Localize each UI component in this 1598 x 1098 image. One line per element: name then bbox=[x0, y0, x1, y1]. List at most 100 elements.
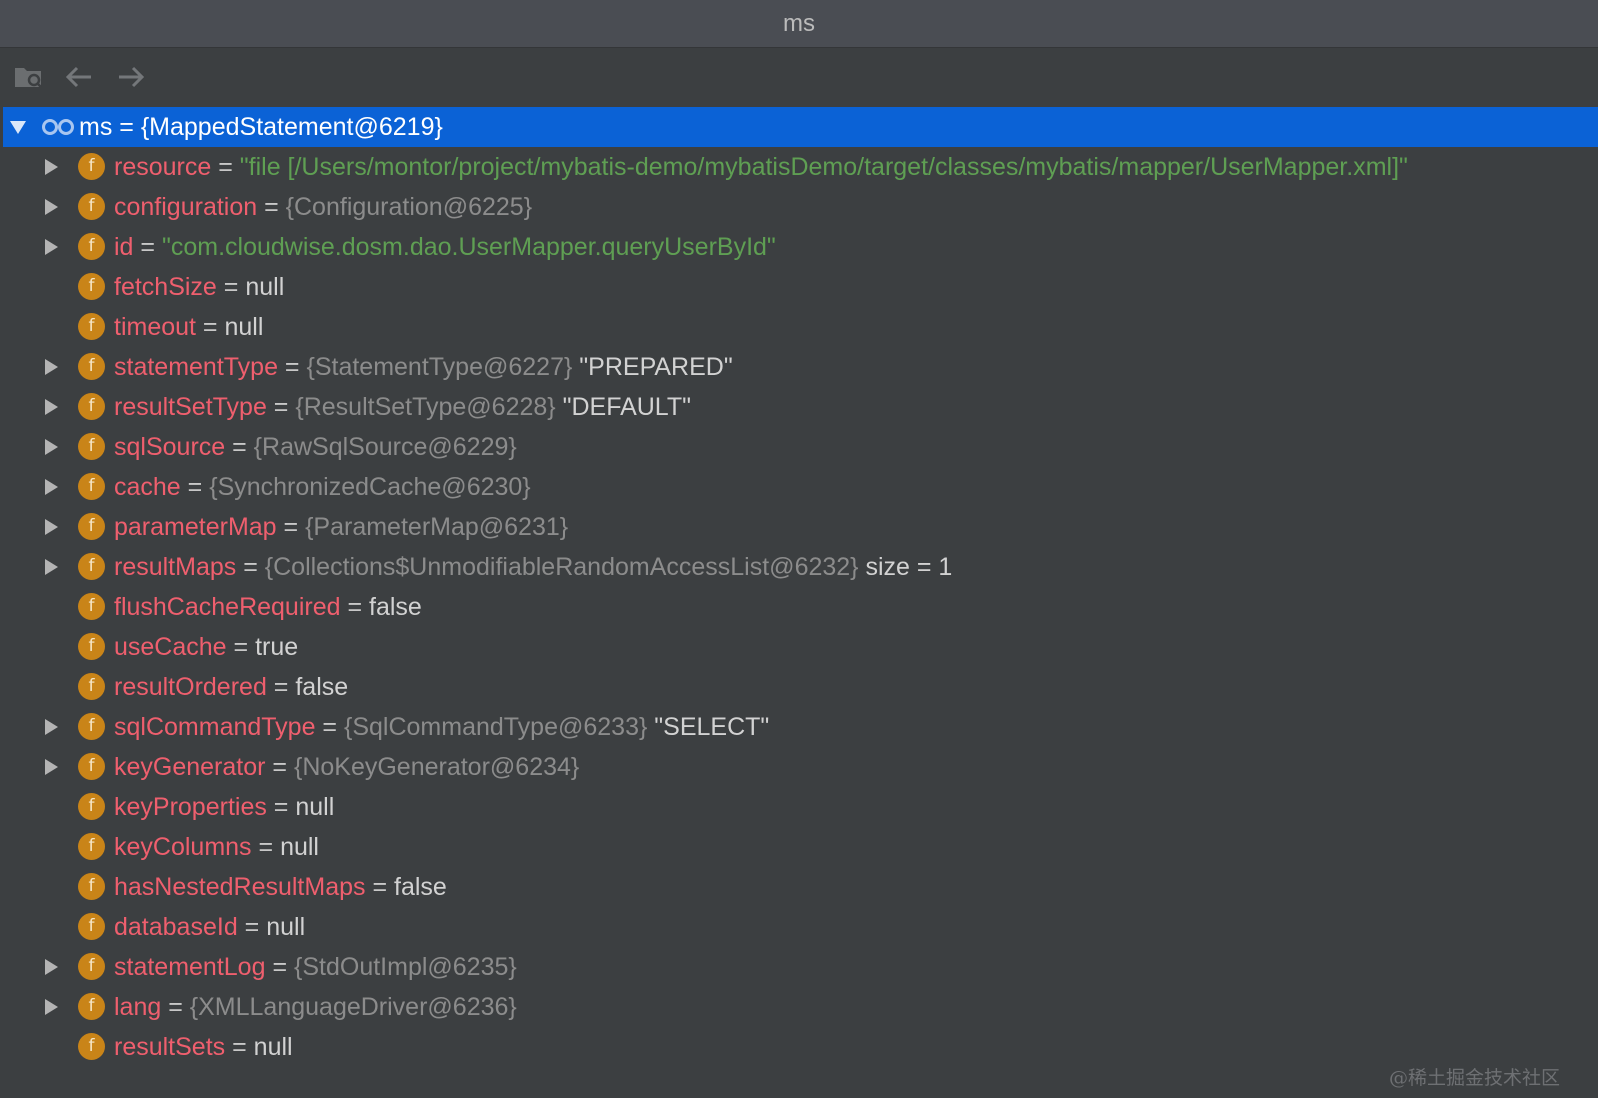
field-equals: = bbox=[340, 593, 370, 621]
field-icon: f bbox=[78, 833, 105, 860]
field-equals: = bbox=[265, 753, 294, 781]
field-icon: f bbox=[78, 473, 105, 500]
field-equals: = bbox=[180, 473, 210, 501]
tree-row-resultOrdered[interactable]: f resultOrdered = false bbox=[3, 667, 1598, 707]
tree-row-databaseId[interactable]: f databaseId = null bbox=[3, 907, 1598, 947]
tree-row-parameterMap[interactable]: f parameterMap = {ParameterMap@6231} bbox=[3, 507, 1598, 547]
field-icon: f bbox=[78, 913, 105, 940]
tree-row-resultSetType[interactable]: f resultSetType = {ResultSetType@6228} "D… bbox=[3, 387, 1598, 427]
field-equals: = bbox=[161, 993, 190, 1021]
tree-row-lang[interactable]: f lang = {XMLLanguageDriver@6236} bbox=[3, 987, 1598, 1027]
expand-arrow-right-icon[interactable] bbox=[41, 747, 61, 787]
field-value-suffix: "PREPARED" bbox=[572, 353, 733, 381]
tree-row-sqlCommandType[interactable]: f sqlCommandType = {SqlCommandType@6233} … bbox=[3, 707, 1598, 747]
field-name: resultMaps bbox=[114, 553, 237, 581]
tree-row-id[interactable]: f id = "com.cloudwise.dosm.dao.UserMapper… bbox=[3, 227, 1598, 267]
tree-row-flushCacheRequired[interactable]: f flushCacheRequired = false bbox=[3, 587, 1598, 627]
expand-arrow-right-icon[interactable] bbox=[41, 547, 61, 587]
tree-row-sqlSource[interactable]: f sqlSource = {RawSqlSource@6229} bbox=[3, 427, 1598, 467]
field-value: {StdOutImpl@6235} bbox=[294, 953, 517, 981]
field-equals: = bbox=[225, 1033, 254, 1061]
tree-row-resultMaps[interactable]: f resultMaps = {Collections$UnmodifiableR… bbox=[3, 547, 1598, 587]
expand-arrow-right-icon[interactable] bbox=[41, 227, 61, 267]
field-equals: = bbox=[251, 833, 281, 861]
field-icon: f bbox=[78, 993, 105, 1020]
field-icon: f bbox=[78, 553, 105, 580]
expand-arrow-right-icon[interactable] bbox=[41, 387, 61, 427]
tree-row-resource[interactable]: f resource = "file [/Users/montor/project… bbox=[3, 147, 1598, 187]
arrow-left-icon[interactable] bbox=[62, 60, 96, 94]
tree-row-hasNestedResultMaps[interactable]: f hasNestedResultMaps = false bbox=[3, 867, 1598, 907]
field-value-suffix: size = 1 bbox=[858, 553, 953, 581]
tree-row-configuration[interactable]: f configuration = {Configuration@6225} bbox=[3, 187, 1598, 227]
tree-row-statementType[interactable]: f statementType = {StatementType@6227} "P… bbox=[3, 347, 1598, 387]
field-name: useCache bbox=[114, 633, 227, 661]
expand-arrow-right-icon[interactable] bbox=[41, 987, 61, 1027]
field-name: statementLog bbox=[114, 953, 266, 981]
expand-arrow-right-icon[interactable] bbox=[41, 467, 61, 507]
tree-row-resultSets[interactable]: f resultSets = null bbox=[3, 1027, 1598, 1067]
expand-arrow-right-icon[interactable] bbox=[41, 707, 61, 747]
field-name: databaseId bbox=[114, 913, 238, 941]
field-value: {StatementType@6227} bbox=[306, 353, 573, 381]
watch-glasses-icon bbox=[42, 119, 74, 135]
field-equals: = bbox=[236, 553, 265, 581]
expand-arrow-down-icon[interactable] bbox=[8, 107, 28, 147]
field-icon: f bbox=[78, 313, 105, 340]
expand-arrow-right-icon[interactable] bbox=[41, 427, 61, 467]
field-name: timeout bbox=[114, 313, 196, 341]
field-name: hasNestedResultMaps bbox=[114, 873, 366, 901]
field-value: {XMLLanguageDriver@6236} bbox=[189, 993, 517, 1021]
field-icon: f bbox=[78, 193, 105, 220]
field-equals: = bbox=[265, 953, 294, 981]
tree-row-fetchSize[interactable]: f fetchSize = null bbox=[3, 267, 1598, 307]
tree-row-root[interactable]: ms = {MappedStatement@6219} bbox=[3, 107, 1598, 147]
field-icon: f bbox=[78, 873, 105, 900]
field-value: {NoKeyGenerator@6234} bbox=[293, 753, 580, 781]
field-icon: f bbox=[78, 953, 105, 980]
expand-arrow-right-icon[interactable] bbox=[41, 507, 61, 547]
tree-row-useCache[interactable]: f useCache = true bbox=[3, 627, 1598, 667]
field-name: resultSetType bbox=[114, 393, 267, 421]
tree-row-timeout[interactable]: f timeout = null bbox=[3, 307, 1598, 347]
folder-watch-icon[interactable] bbox=[12, 60, 46, 94]
expand-arrow-right-icon[interactable] bbox=[41, 187, 61, 227]
arrow-right-icon[interactable] bbox=[114, 60, 148, 94]
field-equals: = bbox=[237, 913, 267, 941]
tree-row-keyProperties[interactable]: f keyProperties = null bbox=[3, 787, 1598, 827]
field-name: sqlCommandType bbox=[114, 713, 316, 741]
field-name: configuration bbox=[114, 193, 258, 221]
field-equals: = bbox=[133, 233, 162, 261]
tree-row-cache[interactable]: f cache = {SynchronizedCache@6230} bbox=[3, 467, 1598, 507]
field-icon: f bbox=[78, 713, 105, 740]
field-icon: f bbox=[78, 513, 105, 540]
field-value: "file [/Users/montor/project/mybatis-dem… bbox=[239, 153, 1408, 181]
field-icon: f bbox=[78, 793, 105, 820]
field-icon: f bbox=[78, 433, 105, 460]
field-name: fetchSize bbox=[114, 273, 217, 301]
field-value: true bbox=[255, 633, 299, 661]
tree-row-keyColumns[interactable]: f keyColumns = null bbox=[3, 827, 1598, 867]
field-value: false bbox=[394, 873, 447, 901]
tree-row-statementLog[interactable]: f statementLog = {StdOutImpl@6235} bbox=[3, 947, 1598, 987]
field-value: null bbox=[295, 793, 335, 821]
toolbar bbox=[0, 48, 1598, 106]
field-name: resultOrdered bbox=[114, 673, 267, 701]
field-value-suffix: "SELECT" bbox=[647, 713, 770, 741]
field-icon: f bbox=[78, 393, 105, 420]
field-equals: = bbox=[276, 513, 306, 541]
expand-arrow-right-icon[interactable] bbox=[41, 947, 61, 987]
field-equals: = bbox=[266, 673, 296, 701]
field-value: null bbox=[224, 313, 264, 341]
field-value: {Collections$UnmodifiableRandomAccessLis… bbox=[264, 553, 859, 581]
field-value: null bbox=[266, 913, 306, 941]
field-name: flushCacheRequired bbox=[114, 593, 341, 621]
tree-row-keyGenerator[interactable]: f keyGenerator = {NoKeyGenerator@6234} bbox=[3, 747, 1598, 787]
expand-arrow-right-icon[interactable] bbox=[41, 347, 61, 387]
expand-arrow-right-icon[interactable] bbox=[41, 147, 61, 187]
field-name: lang bbox=[114, 993, 162, 1021]
field-equals: = bbox=[266, 793, 296, 821]
field-equals: = bbox=[365, 873, 395, 901]
field-equals: = bbox=[216, 273, 246, 301]
field-name: resource bbox=[114, 153, 212, 181]
